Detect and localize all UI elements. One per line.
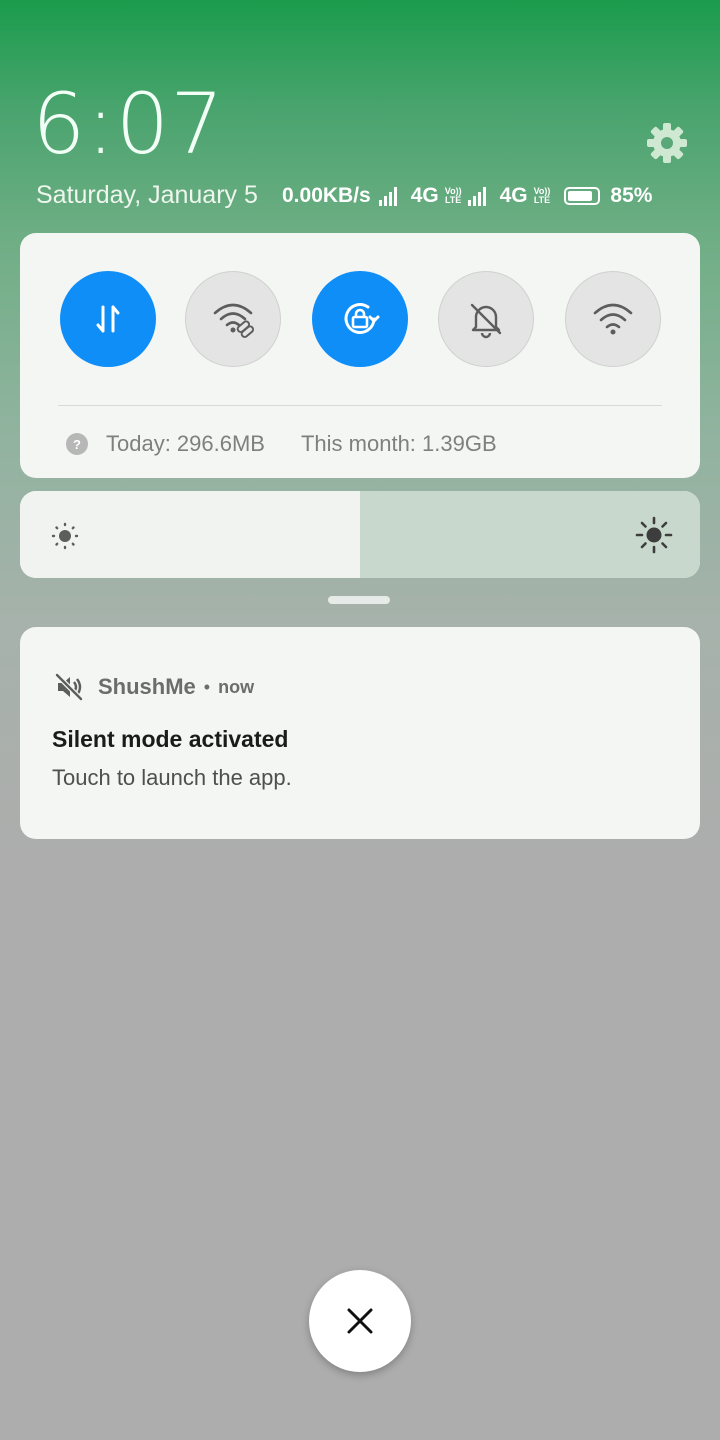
mobile-data-toggle[interactable] bbox=[60, 271, 156, 367]
clear-notifications-button[interactable] bbox=[309, 1270, 411, 1372]
brightness-high-icon bbox=[635, 516, 673, 554]
notification-app-name: ShushMe bbox=[98, 674, 196, 699]
date-label: Saturday, January 5 bbox=[36, 181, 258, 209]
usage-month: This month: 1.39GB bbox=[300, 431, 497, 456]
data-arrows-icon bbox=[96, 305, 120, 333]
data-usage-row[interactable]: ? Today: 296.6MB This month: 1.39GB bbox=[66, 429, 497, 459]
quick-settings-panel: ? Today: 296.6MB This month: 1.39GB bbox=[20, 233, 700, 478]
network-type-sim1: 4G bbox=[410, 184, 439, 207]
settings-button[interactable] bbox=[644, 120, 690, 166]
notification-title: Silent mode activated bbox=[52, 726, 289, 752]
wifi-icon bbox=[593, 303, 633, 335]
volte-bottom: LTE bbox=[444, 195, 462, 205]
wifi-toggle[interactable] bbox=[565, 271, 661, 367]
gear-icon bbox=[647, 123, 687, 163]
volume-off-icon bbox=[55, 673, 83, 701]
notification-header: ShushMe • now bbox=[54, 671, 254, 703]
panel-divider bbox=[58, 405, 662, 406]
help-icon: ? bbox=[66, 433, 88, 455]
drag-handle[interactable] bbox=[328, 596, 390, 604]
status-bar: 0.00KB/s 4G Vo)) LTE 4G Vo)) LTE 85% bbox=[282, 182, 652, 210]
signal-icon bbox=[467, 187, 486, 206]
battery-icon bbox=[564, 187, 601, 205]
notification-card[interactable]: ShushMe • now Silent mode activated Touc… bbox=[20, 627, 700, 839]
usage-today: Today: 296.6MB bbox=[106, 431, 265, 456]
hotspot-toggle[interactable] bbox=[185, 271, 281, 367]
rotation-lock-icon bbox=[344, 303, 380, 334]
bell-off-icon bbox=[470, 303, 502, 339]
signal-icon bbox=[378, 187, 397, 206]
close-icon bbox=[347, 1308, 373, 1334]
rotation-lock-toggle[interactable] bbox=[312, 271, 408, 367]
notification-body: Touch to launch the app. bbox=[52, 765, 292, 790]
volte-icon: Vo)) LTE bbox=[534, 187, 551, 205]
brightness-low-icon bbox=[51, 522, 79, 550]
network-type-sim2: 4G bbox=[499, 184, 528, 207]
hotspot-icon bbox=[213, 303, 255, 338]
battery-percent: 85% bbox=[610, 184, 653, 207]
silent-toggle[interactable] bbox=[438, 271, 534, 367]
notification-separator: • bbox=[203, 676, 211, 697]
network-speed: 0.00KB/s bbox=[282, 184, 371, 207]
notification-time: now bbox=[218, 676, 255, 697]
volte-bottom: LTE bbox=[533, 195, 551, 205]
clock-time: 6:07 bbox=[32, 75, 225, 173]
volte-icon: Vo)) LTE bbox=[445, 187, 462, 205]
brightness-slider[interactable] bbox=[20, 491, 700, 578]
